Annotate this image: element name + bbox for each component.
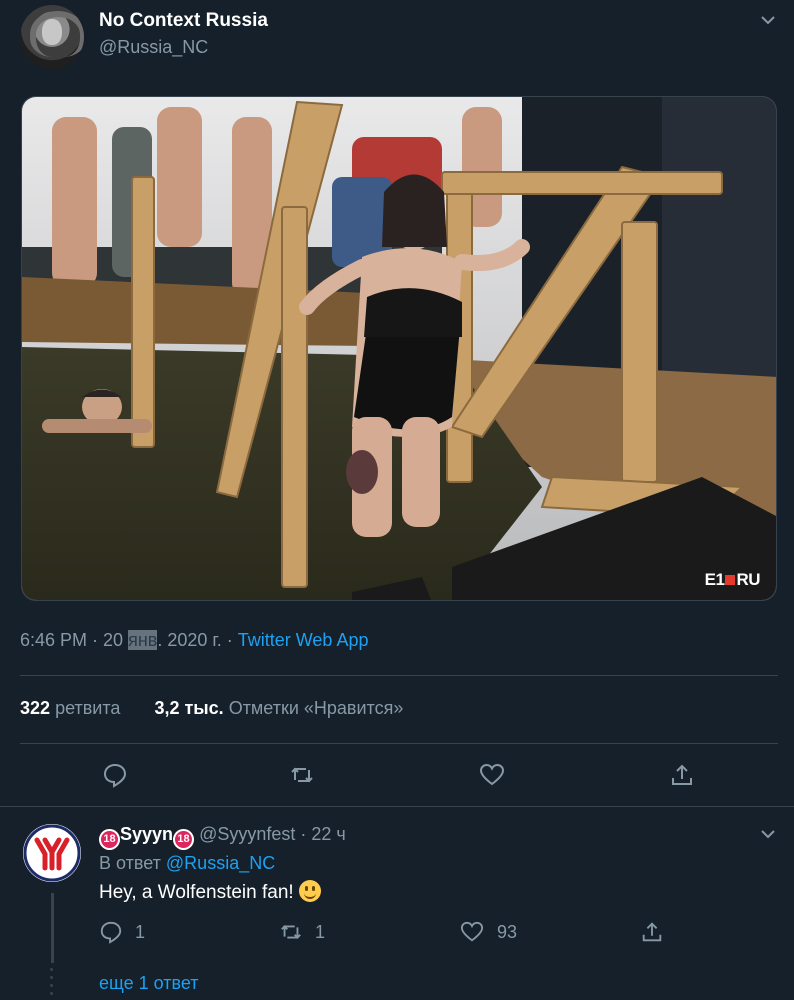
tweet-timestamp: 6:46 PM · 20 янв. 2020 г. · Twitter Web … <box>20 630 369 650</box>
reply-icon[interactable] <box>102 762 128 788</box>
reply-author-avatar[interactable] <box>21 822 83 884</box>
reply-to-handle[interactable]: @Russia_NC <box>166 853 275 873</box>
chevron-down-icon[interactable] <box>758 824 778 844</box>
chevron-down-icon[interactable] <box>758 10 778 30</box>
reply-icon[interactable] <box>99 920 123 944</box>
reply-text: Hey, a Wolfenstein fan! <box>99 880 321 904</box>
like-count: 93 <box>497 922 518 942</box>
reply-author-name[interactable]: Syyyn <box>120 824 173 844</box>
author-handle[interactable]: @Russia_NC <box>99 37 208 58</box>
divider <box>20 743 778 744</box>
like-icon[interactable] <box>479 762 505 788</box>
tweet-client-link[interactable]: Twitter Web App <box>238 630 369 650</box>
share-icon[interactable] <box>640 920 664 944</box>
smiley-emoji-icon <box>298 880 321 902</box>
divider <box>0 806 794 807</box>
author-name[interactable]: No Context Russia <box>99 10 268 32</box>
reply-count: 1 <box>135 922 146 942</box>
like-icon[interactable] <box>460 920 484 944</box>
reply-time[interactable]: · 22 ч <box>300 824 345 844</box>
reply-to-line: В ответ @Russia_NC <box>99 853 276 873</box>
divider <box>20 675 778 676</box>
likes-stat[interactable]: 3,2 тыс. Отметки «Нравится» <box>154 698 403 718</box>
tweet-photo[interactable]: E1 RU <box>21 96 777 601</box>
show-more-replies-link[interactable]: еще 1 ответ <box>99 973 199 994</box>
retweets-stat[interactable]: 322 ретвита <box>20 698 120 718</box>
share-icon[interactable] <box>669 762 695 788</box>
thread-line <box>51 893 54 963</box>
reply-author-line: 18 Syyyn 18 @Syyynfest · 22 ч <box>99 824 346 850</box>
age-18-badge-icon: 18 <box>173 829 195 850</box>
retweet-icon[interactable] <box>279 920 303 944</box>
thread-dots <box>50 968 54 1000</box>
image-watermark: E1 RU <box>704 570 761 589</box>
tweet-stats: 322 ретвита 3,2 тыс. Отметки «Нравится» <box>20 698 403 719</box>
retweet-icon[interactable] <box>289 762 315 788</box>
date-month-highlight: янв <box>128 630 158 650</box>
tweet-time[interactable]: 6:46 PM <box>20 630 87 650</box>
age-18-badge-icon: 18 <box>99 829 120 850</box>
reply-author-handle[interactable]: @Syyynfest <box>199 824 295 844</box>
author-avatar[interactable] <box>20 5 84 69</box>
retweet-count: 1 <box>315 922 326 942</box>
